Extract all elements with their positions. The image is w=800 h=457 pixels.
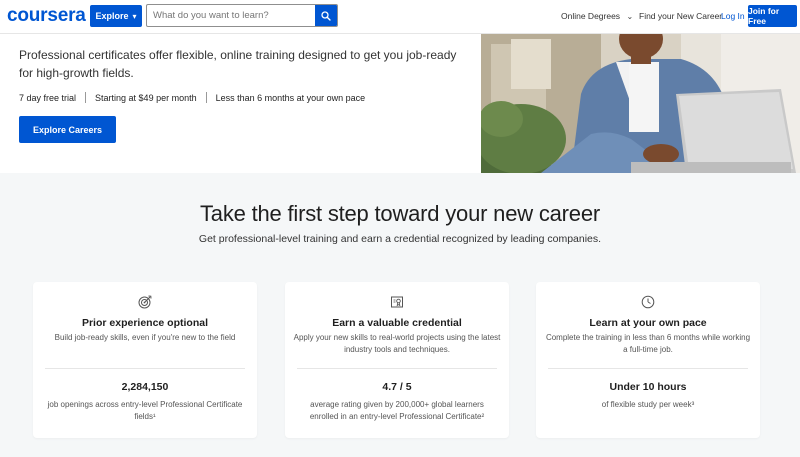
explore-button[interactable]: Explore ▾: [90, 5, 142, 27]
chevron-down-icon: ▾: [132, 11, 137, 21]
card-stat-description: job openings across entry-level Professi…: [47, 400, 243, 421]
section-subtitle: Get professional-level training and earn…: [198, 233, 602, 245]
hero-features: 7 day free trial Starting at $49 per mon…: [19, 92, 365, 103]
chevron-down-icon: ⌄: [626, 12, 634, 21]
login-link[interactable]: Log In: [721, 11, 745, 21]
section-title: Take the first step toward your new care…: [199, 201, 600, 226]
coursera-logo[interactable]: coursera: [7, 5, 86, 27]
divider: [85, 92, 87, 103]
online-degrees-menu[interactable]: Online Degrees ⌄: [561, 11, 633, 21]
card-divider: [297, 368, 497, 369]
hero-section: Professional certificates offer flexible…: [0, 34, 800, 173]
search-input[interactable]: [147, 5, 315, 26]
card-divider: [45, 368, 245, 369]
benefit-card-experience: Prior experience optional Build job-read…: [33, 282, 257, 438]
target-icon: [137, 294, 153, 310]
explore-careers-button[interactable]: Explore Careers: [19, 116, 116, 143]
search-box: [146, 4, 338, 27]
card-description: Complete the training in less than 6 mon…: [545, 333, 751, 354]
card-description: Build job-ready skills, even if you're n…: [54, 333, 236, 342]
hero-photo: [481, 34, 800, 173]
card-title: Learn at your own pace: [589, 317, 707, 329]
card-title: Prior experience optional: [81, 317, 209, 329]
card-title: Earn a valuable credential: [332, 317, 462, 329]
card-stat: Under 10 hours: [609, 381, 687, 393]
search-icon: [321, 10, 331, 21]
clock-icon: [640, 294, 656, 310]
feature-free-trial: 7 day free trial: [19, 92, 77, 103]
card-stat-description: of flexible study per week³: [601, 400, 695, 409]
explore-label: Explore: [95, 11, 129, 21]
card-stat: 4.7 / 5: [382, 381, 412, 393]
find-career-link[interactable]: Find your New Career: [639, 11, 722, 21]
online-degrees-label: Online Degrees: [561, 11, 621, 21]
card-stat: 2,284,150: [121, 381, 169, 393]
top-navbar: coursera Explore ▾ Online Degrees ⌄ Find…: [0, 0, 800, 34]
benefit-card-credential: Earn a valuable credential Apply your ne…: [285, 282, 509, 438]
join-for-free-button[interactable]: Join for Free: [748, 5, 797, 27]
card-stat-description: average rating given by 200,000+ global …: [309, 400, 485, 421]
divider: [205, 92, 207, 103]
feature-price: Starting at $49 per month: [95, 92, 197, 103]
search-button[interactable]: [315, 5, 337, 26]
card-description: Apply your new skills to real-world proj…: [293, 333, 501, 354]
hero-subtitle: Professional certificates offer flexible…: [19, 48, 457, 80]
certificate-icon: [389, 294, 405, 310]
feature-duration: Less than 6 months at your own pace: [215, 92, 366, 103]
benefit-card-pace: Learn at your own pace Complete the trai…: [536, 282, 760, 438]
card-divider: [548, 368, 748, 369]
